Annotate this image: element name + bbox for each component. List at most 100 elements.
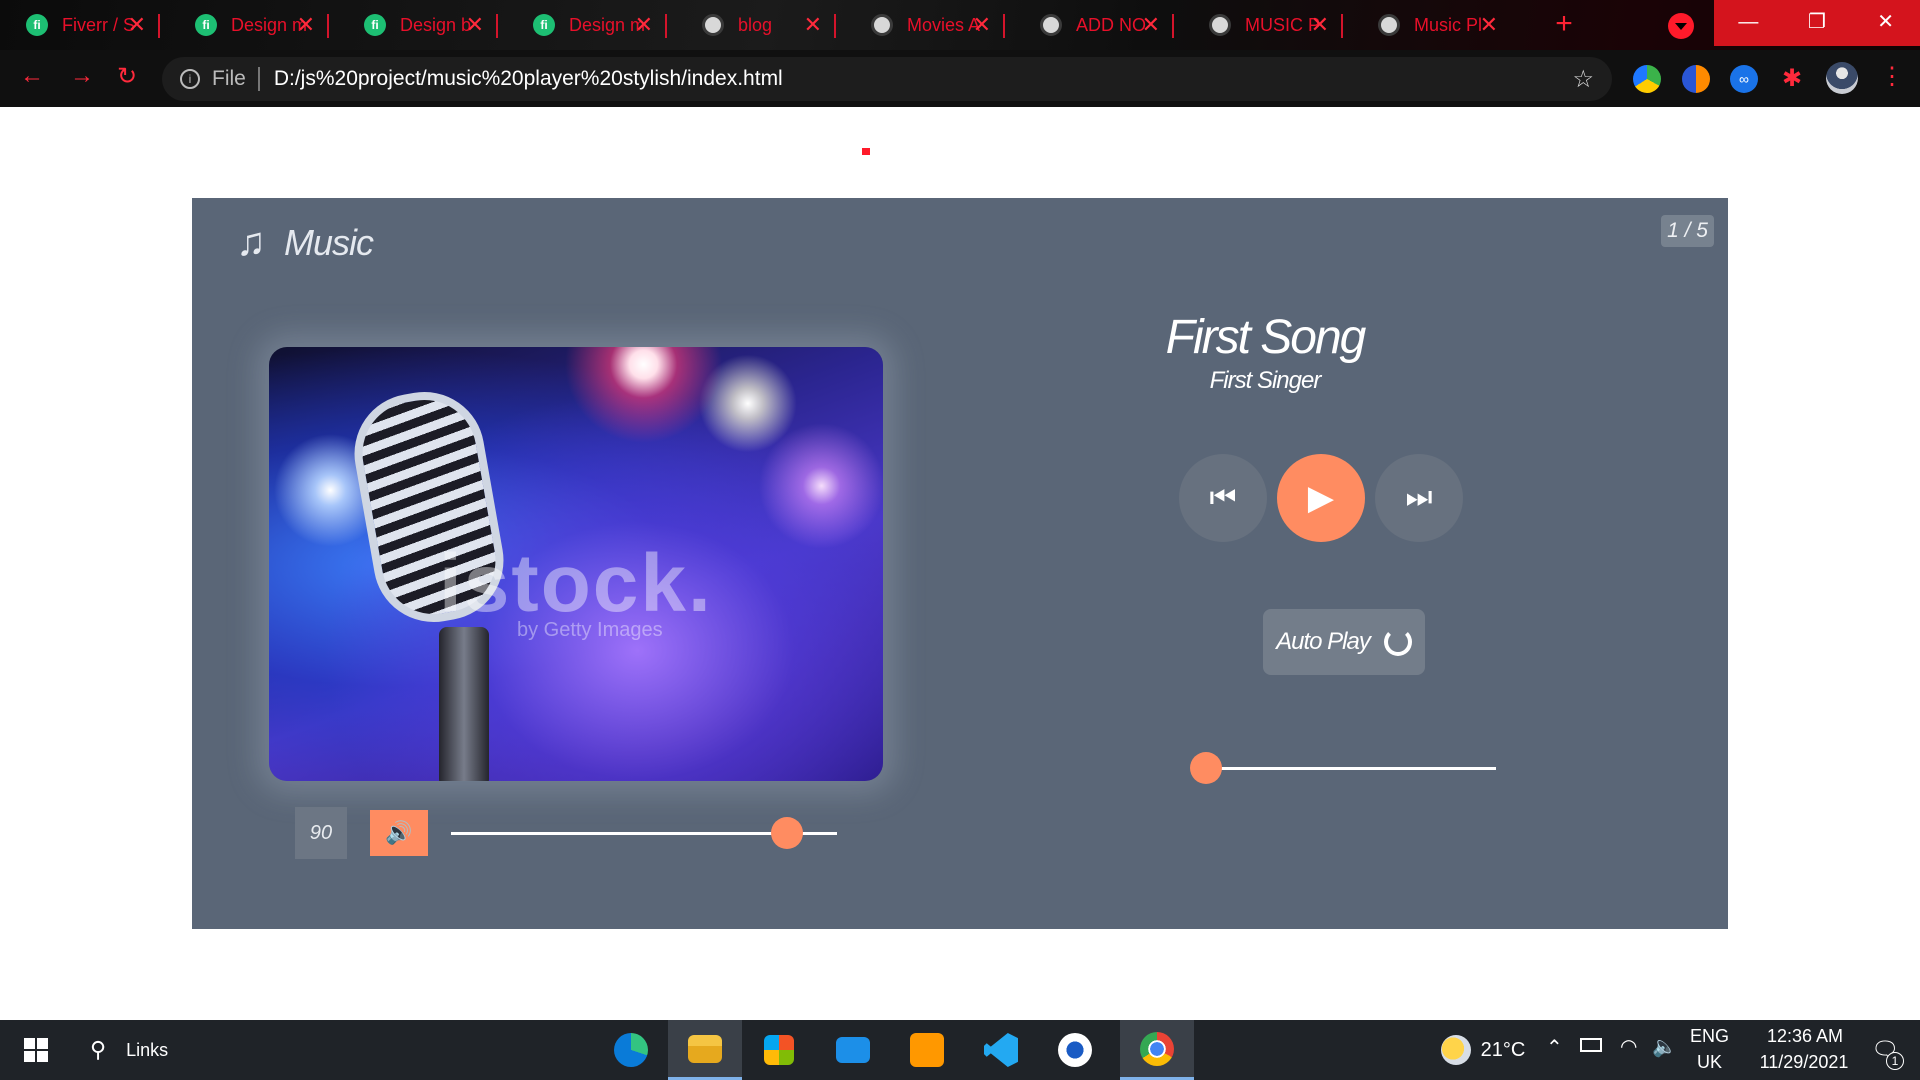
clock-date[interactable]: 11/29/2021	[1742, 1052, 1866, 1073]
taskbar-search-label: Links	[126, 1039, 169, 1060]
edge-app[interactable]	[594, 1020, 668, 1080]
volume-value: 90	[295, 807, 347, 859]
app-circle-icon	[1058, 1033, 1092, 1067]
weather-icon	[1440, 1035, 1471, 1065]
close-icon[interactable]: ✕	[804, 12, 822, 38]
tab-search-icon[interactable]	[1668, 13, 1694, 39]
reload-icon[interactable]: ↻	[117, 62, 137, 91]
volume-slider[interactable]	[451, 817, 837, 849]
tab-6[interactable]: ADD NO ✕	[1014, 6, 1174, 44]
skip-back-icon: ⏮	[1209, 481, 1237, 514]
skip-forward-icon: ⏭	[1405, 481, 1433, 514]
folder-icon	[688, 1034, 722, 1063]
tab-separator	[1003, 14, 1005, 38]
fiverr-icon: fi	[364, 14, 386, 36]
search-icon: ⚲	[90, 1037, 107, 1062]
volume-slider-thumb[interactable]	[770, 817, 803, 849]
music-note-icon: ♫	[236, 220, 266, 264]
autoplay-button[interactable]: Auto Play	[1263, 609, 1425, 675]
forward-arrow-icon[interactable]: →	[70, 62, 94, 90]
close-window-button[interactable]: ✕	[1851, 0, 1920, 46]
edge-icon	[614, 1033, 648, 1067]
song-title: First Song	[1165, 311, 1367, 364]
menu-dots-icon[interactable]: ⋮	[1880, 62, 1904, 91]
globe-icon	[1378, 14, 1400, 36]
wps-app[interactable]	[1038, 1020, 1112, 1080]
close-icon[interactable]: ✕	[973, 12, 991, 38]
address-bar[interactable]: i File D:/js%20project/music%20player%20…	[162, 57, 1612, 101]
store-app[interactable]	[742, 1020, 816, 1080]
mail-app[interactable]	[816, 1020, 890, 1080]
tab-1[interactable]: fi Design m ✕	[169, 6, 329, 44]
battery-icon[interactable]	[1580, 1038, 1602, 1052]
globe-icon	[702, 14, 724, 36]
windows-logo-icon	[24, 1038, 48, 1062]
tab-7[interactable]: MUSIC P ✕	[1183, 6, 1343, 44]
extension-icon-1[interactable]	[1633, 65, 1661, 93]
weather-widget[interactable]: 21°C	[1428, 1020, 1538, 1080]
previous-button[interactable]: ⏮	[1179, 454, 1267, 542]
profile-avatar[interactable]	[1826, 62, 1858, 94]
next-button[interactable]: ⏭	[1375, 454, 1463, 542]
volume-speaker-button[interactable]: 🔊	[370, 810, 428, 856]
close-icon[interactable]: ✕	[466, 12, 484, 38]
speaker-icon: 🔊	[385, 820, 413, 845]
puzzle-extensions-icon[interactable]: ✱	[1778, 65, 1806, 93]
taskbar: ⚲ Links 21°C ⌃ ◠ 🔈 ENG UK 12:36 AM 11/29…	[0, 1020, 1920, 1080]
chrome-icon	[1140, 1031, 1174, 1066]
close-icon[interactable]: ✕	[1142, 12, 1160, 38]
close-icon[interactable]: ✕	[297, 12, 315, 38]
new-tab-button[interactable]: +	[1547, 8, 1581, 42]
start-button[interactable]	[14, 1020, 58, 1080]
taskbar-search[interactable]: ⚲ Links	[90, 1020, 210, 1080]
file-explorer-app[interactable]	[668, 1020, 742, 1080]
notification-center-button[interactable]: 🗨 1	[1860, 1020, 1910, 1080]
autoplay-label: Auto Play	[1276, 628, 1371, 655]
minimize-button[interactable]: —	[1714, 0, 1783, 46]
store-icon	[764, 1035, 794, 1065]
info-icon[interactable]: i	[180, 69, 200, 89]
watermark: istock.	[439, 538, 713, 629]
language-top[interactable]: ENG	[1690, 1026, 1729, 1047]
chrome-app[interactable]	[1120, 1020, 1194, 1080]
music-player: ♫ Music 1 / 5 istock. by Getty Images 90…	[192, 198, 1728, 929]
vscode-app[interactable]	[964, 1020, 1038, 1080]
window-controls: — ❐ ✕	[1714, 0, 1920, 46]
seek-slider[interactable]	[1190, 752, 1496, 784]
tab-5[interactable]: Movies A ✕	[845, 6, 1005, 44]
infinity-extension-icon[interactable]: ∞	[1730, 65, 1758, 93]
tab-separator	[834, 14, 836, 38]
album-art: istock. by Getty Images	[269, 347, 883, 781]
notification-count: 1	[1886, 1052, 1904, 1070]
tab-0[interactable]: fi Fiverr / S ✕	[0, 6, 160, 44]
language-bottom[interactable]: UK	[1697, 1052, 1722, 1073]
microphone-stand-image	[439, 627, 489, 781]
close-icon[interactable]: ✕	[128, 12, 146, 38]
tab-8-active[interactable]: Music Pl ✕	[1352, 6, 1512, 44]
clock-time[interactable]: 12:36 AM	[1750, 1026, 1860, 1047]
watermark-sub: by Getty Images	[517, 619, 663, 641]
wifi-icon[interactable]: ◠	[1620, 1034, 1637, 1059]
sublime-text-icon	[910, 1033, 944, 1067]
fiverr-icon: fi	[26, 14, 48, 36]
tab-4[interactable]: blog ✕	[676, 6, 836, 44]
back-arrow-icon[interactable]: ←	[20, 62, 44, 90]
address-url[interactable]: D:/js%20project/music%20player%20stylish…	[274, 67, 783, 91]
globe-icon	[871, 14, 893, 36]
close-icon[interactable]: ✕	[1311, 12, 1329, 38]
speaker-tray-icon[interactable]: 🔈	[1652, 1034, 1677, 1059]
song-artist: First Singer	[1209, 367, 1322, 394]
show-hidden-icons-chevron-icon[interactable]: ⌃	[1546, 1035, 1563, 1060]
decorative-mark	[862, 148, 870, 155]
tab-3[interactable]: fi Design m ✕	[507, 6, 667, 44]
close-icon[interactable]: ✕	[635, 12, 653, 38]
bookmark-star-icon[interactable]: ☆	[1572, 65, 1594, 94]
play-button[interactable]: ▶	[1277, 454, 1365, 542]
tab-strip: fi Fiverr / S ✕ fi Design m ✕ fi Design …	[0, 0, 1920, 50]
close-icon[interactable]: ✕	[1480, 12, 1498, 38]
seek-slider-thumb[interactable]	[1190, 752, 1222, 784]
restore-button[interactable]: ❐	[1783, 0, 1852, 46]
extension-icon-2[interactable]	[1682, 65, 1710, 93]
sublime-app[interactable]	[890, 1020, 964, 1080]
tab-2[interactable]: fi Design b ✕	[338, 6, 498, 44]
